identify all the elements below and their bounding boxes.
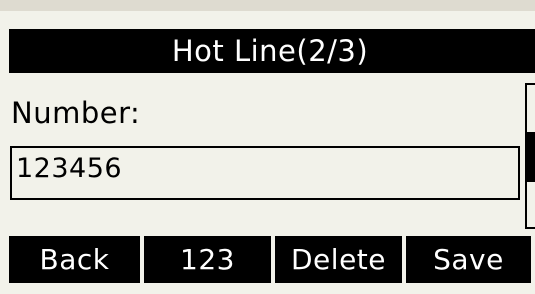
bottom-bezel-strip [0, 283, 535, 294]
title-bar: Hot Line(2/3) [9, 29, 535, 73]
top-bezel-strip [0, 0, 535, 11]
number-input[interactable]: 123456 [10, 146, 520, 200]
scrollbar-thumb[interactable] [527, 132, 535, 182]
delete-softkey[interactable]: Delete [275, 236, 402, 283]
phone-screen: Hot Line(2/3) Number: 123456 Back 123 De… [0, 0, 535, 294]
input-mode-softkey[interactable]: 123 [144, 236, 271, 283]
number-label: Number: [11, 96, 141, 130]
back-softkey[interactable]: Back [9, 236, 140, 283]
softkey-bar: Back 123 Delete Save [9, 236, 535, 283]
number-input-value: 123456 [16, 153, 123, 184]
scrollbar[interactable] [525, 83, 535, 229]
page-title: Hot Line(2/3) [171, 34, 369, 68]
save-softkey[interactable]: Save [406, 236, 531, 283]
